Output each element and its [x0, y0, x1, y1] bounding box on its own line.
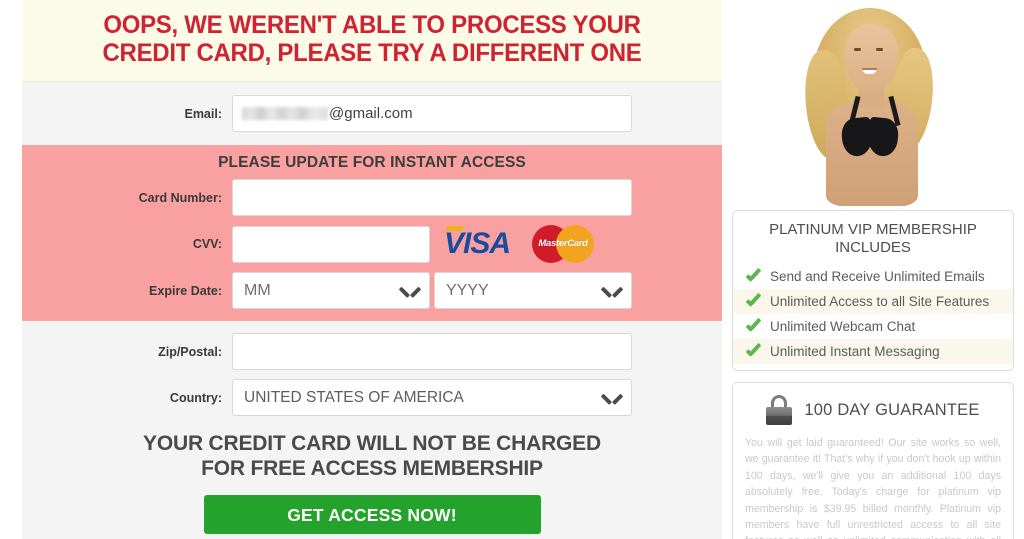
- cvv-row: CVV: VISA MasterCard: [22, 225, 722, 263]
- check-icon: [745, 270, 763, 284]
- vip-benefit-item: Send and Receive Unlimited Emails: [733, 264, 1013, 289]
- expire-month-select[interactable]: MM: [232, 272, 430, 309]
- card-number-label: Card Number:: [138, 190, 222, 205]
- email-field-row: Email: @gmail.com: [22, 95, 722, 132]
- vip-benefit-item: Unlimited Instant Messaging: [733, 339, 1013, 364]
- mastercard-icon: MasterCard: [532, 225, 595, 263]
- visa-icon: VISA: [444, 229, 514, 259]
- vip-membership-panel: PLATINUM VIP MEMBERSHIP INCLUDES Send an…: [732, 210, 1014, 371]
- error-alert-text: OOPS, WE WEREN'T ABLE TO PROCESS YOUR CR…: [102, 11, 642, 67]
- card-number-row: Card Number:: [22, 179, 722, 216]
- country-row: Country: UNITED STATES OF AMERICA: [22, 379, 722, 416]
- country-label: Country:: [169, 390, 222, 405]
- vip-benefit-item: Unlimited Webcam Chat: [733, 314, 1013, 339]
- cvv-input[interactable]: [232, 225, 430, 263]
- model-figure: [800, 2, 948, 206]
- check-icon: [745, 295, 763, 309]
- vip-benefit-item: Unlimited Access to all Site Features: [733, 289, 1013, 314]
- zip-row: Zip/Postal:: [22, 333, 722, 370]
- billing-section: Zip/Postal: Country: UNITED STATES OF AM…: [22, 321, 722, 539]
- guarantee-body-text: You will get laid guaranteed! Our site w…: [733, 435, 1013, 539]
- charge-notice: YOUR CREDIT CARD WILL NOT BE CHARGED FOR…: [22, 432, 722, 482]
- redacted-email-text: [242, 107, 328, 120]
- chevron-down-icon: [401, 285, 419, 296]
- expire-date-label: Expire Date:: [149, 283, 222, 298]
- country-select[interactable]: UNITED STATES OF AMERICA: [232, 379, 632, 416]
- cvv-label: CVV:: [192, 237, 222, 251]
- chevron-down-icon: [603, 392, 621, 403]
- vip-title-line2: INCLUDES: [835, 239, 911, 256]
- vip-benefit-label: Unlimited Access to all Site Features: [770, 294, 990, 309]
- email-input[interactable]: @gmail.com: [232, 95, 632, 132]
- email-domain-text: @gmail.com: [329, 105, 413, 122]
- charge-notice-line1: YOUR CREDIT CARD WILL NOT BE CHARGED: [143, 432, 601, 455]
- model-face: [844, 24, 898, 92]
- expire-year-value: YYYY: [446, 281, 489, 299]
- charge-notice-line2: FOR FREE ACCESS MEMBERSHIP: [201, 456, 543, 480]
- check-icon: [745, 345, 763, 359]
- accepted-cards: VISA MasterCard: [444, 225, 595, 263]
- page-root: OOPS, WE WEREN'T ABLE TO PROCESS YOUR CR…: [0, 0, 1024, 539]
- vip-benefit-label: Unlimited Instant Messaging: [770, 344, 940, 359]
- country-value: UNITED STATES OF AMERICA: [244, 388, 464, 406]
- guarantee-panel: 100 DAY GUARANTEE You will get laid guar…: [732, 382, 1014, 539]
- email-label: Email:: [184, 106, 222, 121]
- cta-container: GET ACCESS NOW!: [22, 494, 722, 534]
- get-access-now-button[interactable]: GET ACCESS NOW!: [203, 494, 541, 534]
- zip-input[interactable]: [232, 333, 632, 370]
- zip-label: Zip/Postal:: [158, 344, 222, 359]
- hero-model-photo: [722, 0, 1024, 206]
- vip-title-line1: PLATINUM VIP MEMBERSHIP: [769, 221, 977, 238]
- vip-panel-title: PLATINUM VIP MEMBERSHIP INCLUDES: [733, 221, 1013, 264]
- guarantee-header: 100 DAY GUARANTEE: [733, 395, 1013, 435]
- email-section: Email: @gmail.com: [22, 82, 722, 145]
- model-eye-right: [876, 48, 883, 51]
- model-torso: [826, 100, 918, 206]
- mastercard-label: MasterCard: [538, 238, 588, 249]
- sidebar-column: PLATINUM VIP MEMBERSHIP INCLUDES Send an…: [722, 0, 1024, 539]
- card-details-section: PLEASE UPDATE FOR INSTANT ACCESS Card Nu…: [22, 145, 722, 321]
- guarantee-title: 100 DAY GUARANTEE: [804, 400, 980, 419]
- error-alert-banner: OOPS, WE WEREN'T ABLE TO PROCESS YOUR CR…: [22, 0, 722, 82]
- vip-benefit-label: Send and Receive Unlimited Emails: [770, 269, 985, 284]
- expire-date-row: Expire Date: MM YYYY: [22, 272, 722, 309]
- lock-body: [766, 407, 793, 425]
- guarantee-body-part1: You will get laid guaranteed! Our site w…: [745, 437, 1001, 539]
- signup-form-column: OOPS, WE WEREN'T ABLE TO PROCESS YOUR CR…: [22, 0, 722, 539]
- card-number-input[interactable]: [232, 179, 632, 216]
- vip-benefit-label: Unlimited Webcam Chat: [770, 319, 916, 334]
- expire-month-value: MM: [244, 281, 271, 299]
- lock-icon: [766, 395, 793, 425]
- check-icon: [745, 320, 763, 334]
- expire-year-select[interactable]: YYYY: [434, 272, 632, 309]
- model-eye-left: [854, 48, 861, 51]
- section-heading: PLEASE UPDATE FOR INSTANT ACCESS: [218, 154, 526, 171]
- chevron-down-icon: [603, 285, 621, 296]
